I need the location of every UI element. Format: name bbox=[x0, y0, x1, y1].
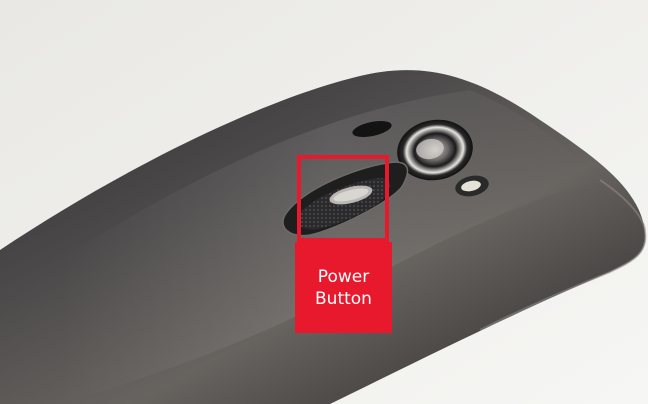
power-button-highlight-box bbox=[297, 155, 389, 242]
callout-label-line1: Power bbox=[317, 266, 370, 287]
power-button-callout: Power Button bbox=[295, 242, 392, 333]
callout-label-line2: Button bbox=[315, 288, 372, 309]
